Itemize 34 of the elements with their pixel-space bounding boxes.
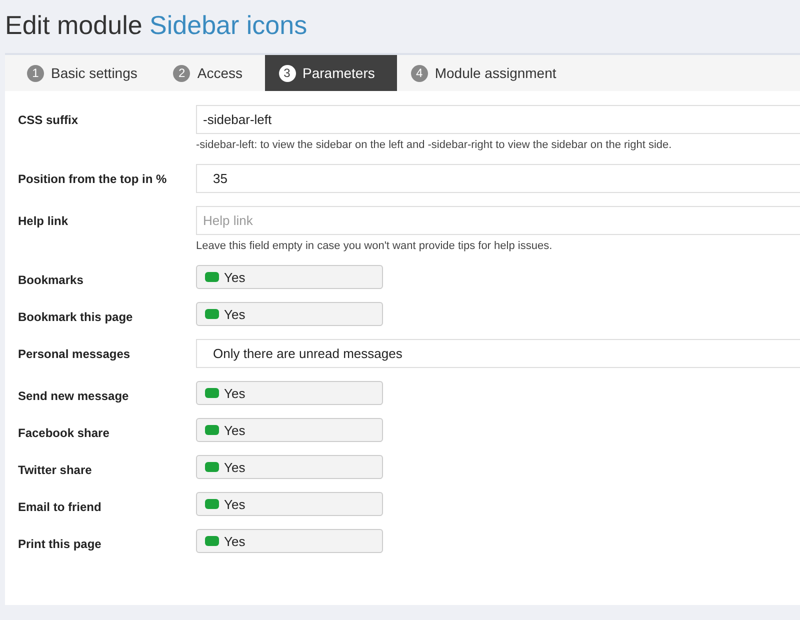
field-label: Bookmark this page [17,309,134,326]
field-label: Position from the top in % [17,171,168,188]
input-field[interactable]: Help link [196,206,800,235]
field-label: Print this page [17,536,102,553]
tab[interactable]: 1 Basic settings [13,55,160,91]
field-label: Twitter share [17,462,93,479]
tab[interactable]: 3 Parameters [264,55,397,91]
field-label: Email to friend [17,499,102,516]
step-number: 3 [278,64,296,82]
toggle-switch[interactable]: Yes [196,455,383,479]
select-field[interactable]: Only there are unread messages [196,339,800,368]
tab[interactable]: 4 Module assignment [396,55,578,91]
help-text: Leave this field empty in case you won't want provide tips for help issues. [196,240,554,252]
step-number: 4 [410,64,428,82]
field-label: CSS suffix [17,112,80,129]
field-label: Personal messages [17,346,132,363]
toggle-switch[interactable]: Yes [196,492,383,516]
field-label: Send new message [17,388,130,405]
tab[interactable]: 2 Access [159,55,264,91]
input-field[interactable]: 35 [196,164,800,193]
help-text: -sidebar-left: to view the sidebar on the left and -sidebar-right to view the sidebar on the right side. [196,139,673,151]
toggle-switch[interactable]: Yes [196,381,383,405]
field-label: Facebook share [17,425,110,442]
toggle-switch[interactable]: Yes [196,529,383,553]
input-field[interactable]: -sidebar-left [196,105,800,134]
field-label: Bookmarks [17,272,84,289]
field-label: Help link [17,213,70,230]
step-number: 2 [173,64,190,82]
toggle-switch[interactable]: Yes [196,265,383,289]
toggle-switch[interactable]: Yes [196,418,383,442]
toggle-switch[interactable]: Yes [196,302,383,326]
step-number: 1 [27,64,44,82]
module-name: Sidebar icons [150,10,308,40]
page-title: Edit module [5,10,142,40]
